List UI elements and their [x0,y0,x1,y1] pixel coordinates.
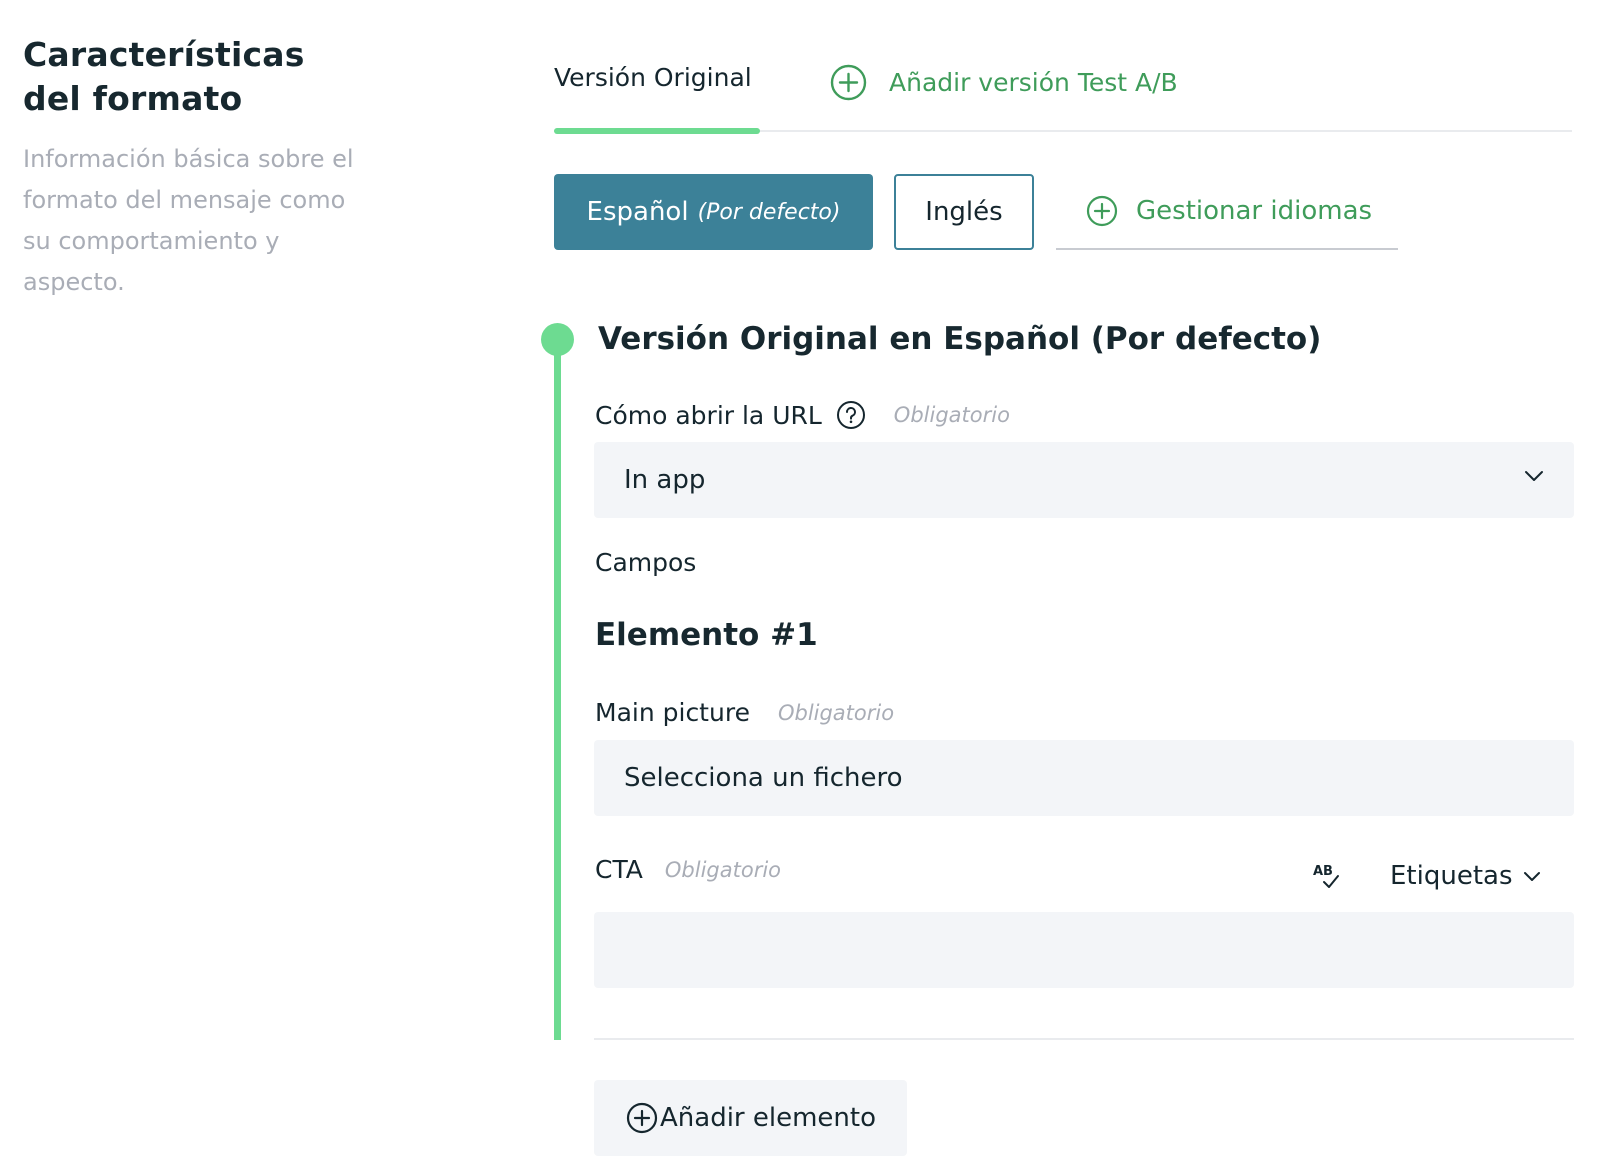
plus-circle-icon [1086,195,1118,227]
default-language-tag: (Por defecto) [697,199,841,225]
element-title: Elemento #1 [595,617,818,653]
section-divider [594,1038,1574,1040]
language-english-label: Inglés [925,197,1003,227]
section-title: Versión Original en Español (Por defecto… [598,321,1322,357]
spellcheck-icon: AB [1313,864,1339,888]
svg-text:AB: AB [1313,864,1333,879]
plus-circle-icon [626,1102,658,1134]
file-picker-placeholder: Selecciona un fichero [624,763,903,793]
language-button-english[interactable]: Inglés [894,174,1034,250]
language-spanish-label: Español [586,197,689,227]
cta-input[interactable] [594,912,1574,988]
tags-dropdown[interactable]: Etiquetas [1390,858,1541,894]
url-open-select[interactable]: In app [594,442,1574,518]
add-ab-test-label: Añadir versión Test A/B [889,67,1178,97]
question-circle-icon[interactable] [836,400,866,430]
spellcheck-button[interactable]: AB [1310,858,1344,894]
chevron-down-icon [1525,471,1543,481]
cta-label: CTA Obligatorio [595,855,781,884]
url-open-label-text: Cómo abrir la URL [595,400,822,430]
url-open-label: Cómo abrir la URL Obligatorio [595,400,1010,430]
required-tag: Obligatorio [893,403,1010,427]
timeline-dot [541,323,574,356]
url-open-value: In app [624,465,706,495]
tab-original-label: Versión Original [554,63,752,92]
add-element-button[interactable]: Añadir elemento [594,1080,907,1156]
active-tab-indicator [554,128,760,134]
required-tag: Obligatorio [777,700,895,725]
chevron-down-icon [1523,871,1540,881]
manage-languages-button[interactable]: Gestionar idiomas [1056,174,1398,250]
intro-title: Características del formato [23,35,305,118]
tab-original-version[interactable]: Versión Original [554,55,760,134]
add-element-label: Añadir elemento [660,1103,876,1133]
fields-heading: Campos [595,548,697,577]
cta-label-text: CTA [595,855,643,884]
page: Características del formato Información … [0,0,1614,1170]
main-picture-label: Main picture Obligatorio [595,698,894,727]
main-picture-file-picker[interactable]: Selecciona un fichero [594,740,1574,816]
add-ab-test-version-button[interactable]: Añadir versión Test A/B [830,63,1178,101]
intro-description: Información básica sobre el formato del … [23,145,354,296]
required-tag: Obligatorio [664,857,782,882]
format-intro: Características del formato Información … [23,33,363,303]
version-tabs: Versión Original Añadir versión Test A/B [554,55,1572,134]
language-button-spanish[interactable]: Español (Por defecto) [554,174,873,250]
main-picture-label-text: Main picture [595,698,750,727]
manage-languages-label: Gestionar idiomas [1136,196,1373,226]
plus-circle-icon [830,64,867,100]
tags-dropdown-label: Etiquetas [1390,861,1513,891]
timeline-line [554,340,561,1040]
